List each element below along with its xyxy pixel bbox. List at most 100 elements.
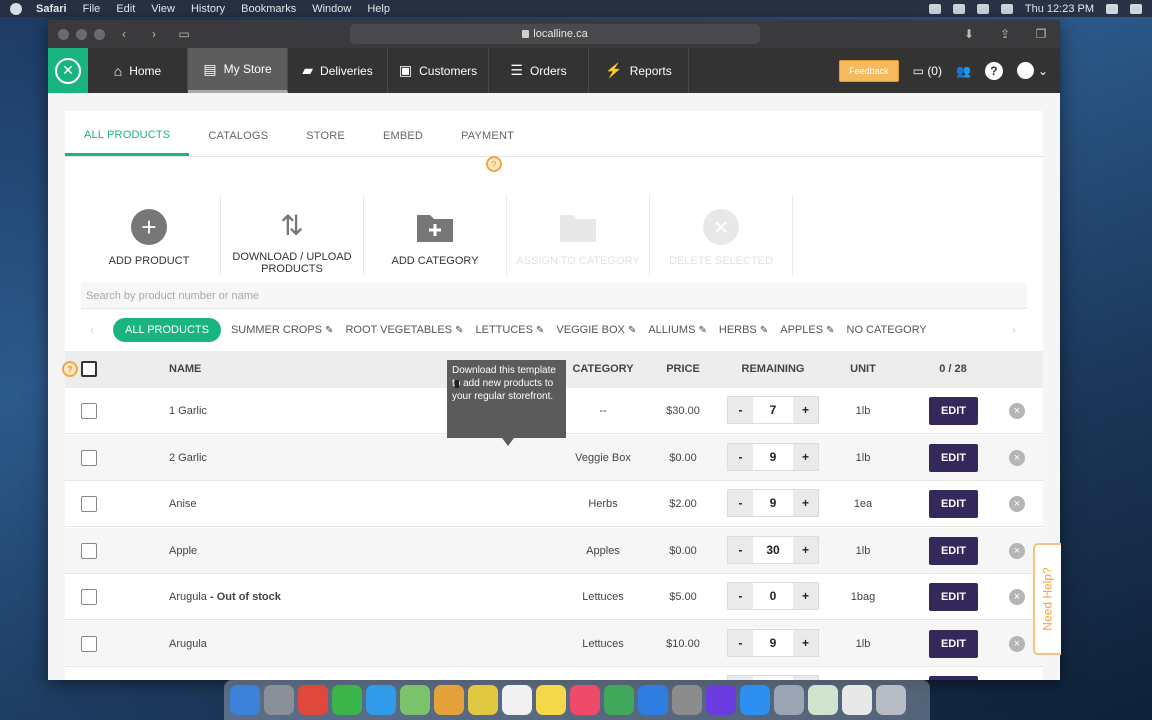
header-remaining[interactable]: REMAINING: [727, 363, 819, 375]
need-help-tab[interactable]: Need Help?: [1033, 543, 1061, 655]
remove-x-icon[interactable]: ×: [1009, 635, 1025, 652]
music-icon[interactable]: [570, 685, 600, 715]
pencil-icon[interactable]: ✎: [325, 325, 333, 336]
product-name[interactable]: Arugula: [169, 638, 207, 650]
control-center-icon[interactable]: [1130, 3, 1142, 14]
tab-catalogs[interactable]: CATALOGS: [189, 130, 287, 156]
filter-chip[interactable]: APPLES ✎: [780, 324, 834, 336]
notes-icon[interactable]: [536, 685, 566, 715]
forward-arrow-icon[interactable]: ›: [143, 25, 165, 43]
tab-embed[interactable]: EMBED: [364, 130, 442, 156]
decrement-button[interactable]: -: [728, 583, 753, 609]
microphone-icon[interactable]: [928, 3, 941, 14]
increment-button[interactable]: +: [793, 443, 818, 470]
add-product-button[interactable]: + ADD PRODUCT: [78, 195, 221, 275]
sidebar-icon[interactable]: ▭: [173, 25, 195, 43]
filter-all-products[interactable]: ALL PRODUCTS: [113, 318, 221, 342]
pencil-icon[interactable]: ✎: [628, 325, 636, 336]
nav-orders[interactable]: ☰ Orders: [489, 48, 589, 93]
downloads-folder-icon[interactable]: [842, 685, 872, 715]
battery-icon[interactable]: [1000, 3, 1013, 14]
row-checkbox[interactable]: [81, 635, 97, 652]
edit-button[interactable]: EDIT: [929, 443, 978, 472]
tab-payment[interactable]: PAYMENT: [442, 130, 533, 156]
menubar-clock[interactable]: Thu 12:23 PM: [1025, 3, 1094, 15]
tab-all-products[interactable]: ALL PRODUCTS: [65, 129, 190, 156]
edit-button[interactable]: EDIT: [929, 583, 978, 611]
edit-button[interactable]: EDIT: [929, 536, 978, 565]
decrement-button[interactable]: -: [728, 629, 753, 656]
row-checkbox[interactable]: [81, 496, 97, 512]
localline-logo[interactable]: ✕: [48, 48, 88, 93]
product-name[interactable]: Apple: [169, 545, 197, 557]
filter-chip[interactable]: VEGGIE BOX ✎: [556, 324, 636, 336]
header-unit[interactable]: UNIT: [835, 363, 891, 375]
app-store-icon[interactable]: [638, 685, 668, 715]
chevron-left-icon[interactable]: ‹: [83, 323, 101, 337]
filter-chip[interactable]: ROOT VEGETABLES ✎: [345, 324, 463, 336]
hint-icon[interactable]: ?: [62, 361, 78, 377]
filter-chip[interactable]: NO CATEGORY: [847, 324, 927, 336]
remaining-value[interactable]: 0: [753, 583, 793, 609]
preview-icon[interactable]: [774, 685, 804, 715]
filter-chip[interactable]: HERBS ✎: [719, 324, 768, 336]
edit-button[interactable]: EDIT: [929, 397, 978, 425]
trash-icon[interactable]: [876, 685, 906, 715]
launchpad-icon[interactable]: [264, 685, 294, 715]
slack-icon[interactable]: [434, 685, 464, 715]
edit-button[interactable]: EDIT: [929, 490, 978, 518]
decrement-button[interactable]: -: [728, 397, 753, 423]
numbers-icon[interactable]: [604, 685, 634, 715]
row-checkbox[interactable]: [81, 589, 97, 605]
menu-edit[interactable]: Edit: [116, 3, 135, 15]
increment-button[interactable]: +: [793, 536, 818, 563]
header-category[interactable]: CATEGORY: [555, 363, 651, 375]
nav-deliveries[interactable]: ▰ Deliveries: [288, 48, 388, 93]
remaining-value[interactable]: 7: [753, 397, 793, 423]
reminders-icon[interactable]: [502, 685, 532, 715]
increment-button[interactable]: +: [793, 490, 818, 516]
decrement-button[interactable]: -: [728, 536, 753, 563]
menu-app-name[interactable]: Safari: [36, 3, 67, 15]
pencil-icon[interactable]: ✎: [455, 325, 463, 336]
remove-x-icon[interactable]: ×: [1009, 542, 1025, 559]
flag-icon[interactable]: [952, 3, 965, 14]
document-icon[interactable]: [808, 685, 838, 715]
share-icon[interactable]: ⇪: [994, 25, 1016, 43]
menu-history[interactable]: History: [191, 3, 225, 15]
delete-selected-button[interactable]: × DELETE SELECTED: [650, 195, 793, 275]
team-icon[interactable]: 👥: [956, 64, 971, 78]
product-name[interactable]: 1 Garlic: [169, 405, 207, 417]
system-preferences-icon[interactable]: [672, 685, 702, 715]
messages-button[interactable]: ▭ (0): [913, 64, 942, 78]
menu-bookmarks[interactable]: Bookmarks: [241, 3, 296, 15]
help-icon[interactable]: ?: [984, 61, 1003, 80]
menu-view[interactable]: View: [151, 3, 175, 15]
row-checkbox[interactable]: [81, 542, 97, 559]
account-menu[interactable]: ⌄: [1016, 62, 1048, 79]
remaining-value[interactable]: 9: [753, 444, 793, 470]
product-name[interactable]: 2 Garlic: [169, 452, 207, 464]
wifi-icon[interactable]: [976, 3, 989, 14]
screen-recorder-icon[interactable]: [706, 685, 736, 715]
feedback-button[interactable]: Feedback: [839, 59, 899, 82]
product-name[interactable]: Arugula - Out of stock: [169, 591, 281, 603]
decrement-button[interactable]: -: [728, 443, 753, 470]
add-category-button[interactable]: ADD CATEGORY: [364, 195, 507, 275]
header-price[interactable]: PRICE: [655, 363, 711, 375]
tab-store[interactable]: STORE: [287, 130, 364, 156]
zoom-window-button[interactable]: [94, 28, 105, 40]
edit-button[interactable]: EDIT: [929, 676, 978, 680]
menu-window[interactable]: Window: [312, 3, 351, 15]
filter-chip[interactable]: ALLIUMS ✎: [648, 324, 707, 336]
search-input[interactable]: Search by product number or name: [81, 283, 1027, 309]
menu-file[interactable]: File: [83, 3, 101, 15]
filter-chip[interactable]: SUMMER CROPS ✎: [231, 324, 334, 336]
siri-icon[interactable]: [1106, 3, 1118, 14]
menu-help[interactable]: Help: [367, 3, 390, 15]
download-upload-products-button[interactable]: ⇅ DOWNLOAD / UPLOAD PRODUCTS: [221, 195, 364, 275]
row-checkbox[interactable]: [81, 449, 97, 466]
remaining-value[interactable]: 9: [753, 630, 793, 656]
increment-button[interactable]: +: [793, 629, 818, 656]
facetime-icon[interactable]: [332, 685, 362, 715]
